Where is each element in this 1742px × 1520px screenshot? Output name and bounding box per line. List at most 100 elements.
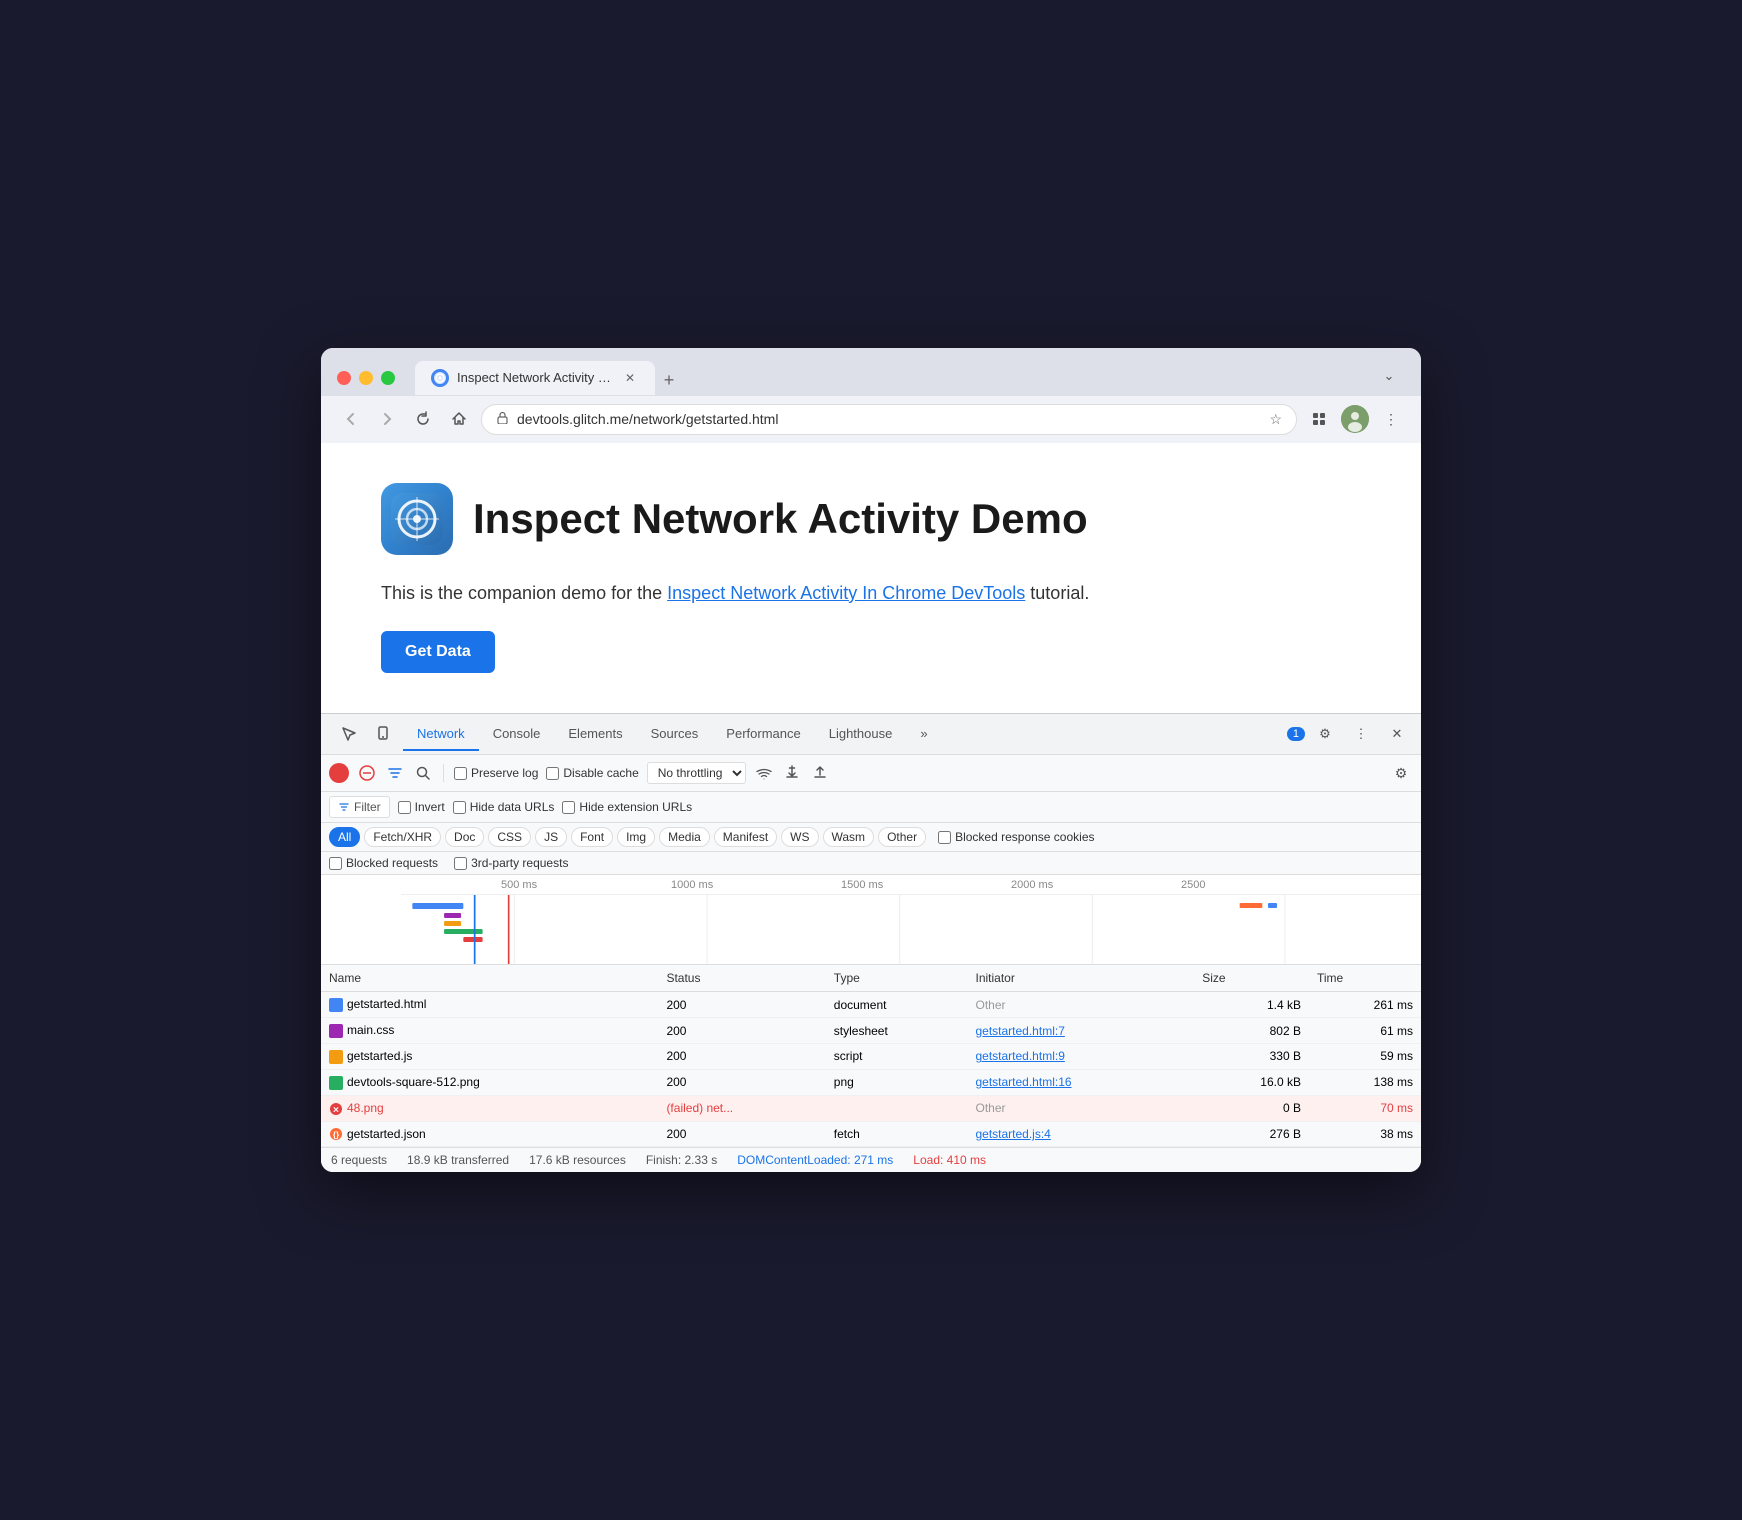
close-button[interactable] [337,371,351,385]
extensions-button[interactable] [1305,405,1333,433]
type-filter-ws[interactable]: WS [781,827,818,847]
tab-network[interactable]: Network [403,718,479,751]
back-button[interactable] [337,405,365,433]
tutorial-link[interactable]: Inspect Network Activity In Chrome DevTo… [667,583,1025,603]
cell-name[interactable]: getstarted.js [321,1044,658,1070]
cell-name[interactable]: devtools-square-512.png [321,1069,658,1095]
table-row[interactable]: getstarted.js200scriptgetstarted.html:93… [321,1044,1421,1070]
devtools-close-button[interactable]: ✕ [1383,720,1411,748]
resources-size: 17.6 kB resources [529,1153,626,1167]
tab-lighthouse[interactable]: Lighthouse [815,718,907,751]
blocked-cookies-input[interactable] [938,831,951,844]
browser-tab[interactable]: Inspect Network Activity Dem ✕ [415,361,655,395]
minimize-button[interactable] [359,371,373,385]
hide-ext-urls-input[interactable] [562,801,575,814]
forward-button[interactable] [373,405,401,433]
nav-actions: ⋮ [1305,405,1405,433]
clear-button[interactable] [357,763,377,783]
get-data-button[interactable]: Get Data [381,631,495,673]
col-initiator[interactable]: Initiator [967,965,1194,992]
type-filter-other[interactable]: Other [878,827,926,847]
wifi-button[interactable] [754,763,774,783]
device-toggle-button[interactable] [369,720,397,748]
page-header: Inspect Network Activity Demo [381,483,1361,555]
table-row[interactable]: getstarted.html200documentOther1.4 kB261… [321,992,1421,1018]
type-filter-img[interactable]: Img [617,827,655,847]
blocked-requests-checkbox[interactable]: Blocked requests [329,856,438,870]
third-party-input[interactable] [454,857,467,870]
type-filter-css[interactable]: CSS [488,827,531,847]
tab-strip-menu[interactable]: ⌄ [1375,362,1403,390]
blocked-requests-input[interactable] [329,857,342,870]
col-name[interactable]: Name [321,965,658,992]
cell-name[interactable]: ✕48.png [321,1095,658,1121]
type-filter-font[interactable]: Font [571,827,613,847]
element-picker-button[interactable] [335,720,363,748]
table-row[interactable]: ✕48.png(failed) net...Other0 B70 ms [321,1095,1421,1121]
blocked-cookies-checkbox[interactable]: Blocked response cookies [938,830,1094,844]
hide-data-urls-checkbox[interactable]: Hide data URLs [453,800,555,814]
chrome-menu-button[interactable]: ⋮ [1377,405,1405,433]
tab-performance[interactable]: Performance [712,718,814,751]
devtools-settings-button[interactable]: ⚙ [1311,720,1339,748]
console-badge: 1 [1287,727,1305,741]
filter-label: Filter [354,800,381,814]
refresh-button[interactable] [409,405,437,433]
export-har-button[interactable] [810,763,830,783]
disable-cache-input[interactable] [546,767,559,780]
table-row[interactable]: devtools-square-512.png200pnggetstarted.… [321,1069,1421,1095]
network-filter-button[interactable] [385,763,405,783]
tab-more[interactable]: » [906,718,941,751]
cell-initiator[interactable]: getstarted.js:4 [967,1121,1194,1147]
cell-name[interactable]: {}getstarted.json [321,1121,658,1147]
tab-console[interactable]: Console [479,718,555,751]
cell-initiator[interactable]: getstarted.html:16 [967,1069,1194,1095]
invert-checkbox[interactable]: Invert [398,800,445,814]
home-button[interactable] [445,405,473,433]
tab-sources[interactable]: Sources [637,718,713,751]
col-status[interactable]: Status [658,965,825,992]
bookmark-button[interactable]: ☆ [1269,411,1282,428]
cell-time: 138 ms [1309,1069,1421,1095]
network-toolbar: Preserve log Disable cache No throttling… [321,755,1421,792]
preserve-log-input[interactable] [454,767,467,780]
type-filter-doc[interactable]: Doc [445,827,484,847]
import-har-button[interactable] [782,763,802,783]
cell-name[interactable]: main.css [321,1018,658,1044]
address-bar[interactable]: devtools.glitch.me/network/getstarted.ht… [481,404,1297,435]
devtools-icons-left [329,714,403,754]
table-row[interactable]: {}getstarted.json200fetchgetstarted.js:4… [321,1121,1421,1147]
hide-ext-urls-checkbox[interactable]: Hide extension URLs [562,800,692,814]
tab-close-button[interactable]: ✕ [621,369,639,387]
devtools-more-button[interactable]: ⋮ [1347,720,1375,748]
type-filter-js[interactable]: JS [535,827,567,847]
preserve-log-checkbox[interactable]: Preserve log [454,766,538,780]
hide-data-urls-input[interactable] [453,801,466,814]
tab-elements[interactable]: Elements [554,718,636,751]
type-filter-manifest[interactable]: Manifest [714,827,777,847]
throttle-select[interactable]: No throttling [647,762,746,784]
maximize-button[interactable] [381,371,395,385]
search-button[interactable] [413,763,433,783]
tab-end-area: ⌄ [1373,360,1405,396]
user-avatar[interactable] [1341,405,1369,433]
table-row[interactable]: main.css200stylesheetgetstarted.html:780… [321,1018,1421,1044]
invert-input[interactable] [398,801,411,814]
type-filter-wasm[interactable]: Wasm [823,827,875,847]
cell-initiator[interactable]: getstarted.html:9 [967,1044,1194,1070]
type-filter-all[interactable]: All [329,827,360,847]
record-button[interactable] [329,763,349,783]
type-filter-fetch-xhr[interactable]: Fetch/XHR [364,827,441,847]
third-party-checkbox[interactable]: 3rd-party requests [454,856,568,870]
col-type[interactable]: Type [826,965,968,992]
col-size[interactable]: Size [1194,965,1309,992]
cell-initiator[interactable]: getstarted.html:7 [967,1018,1194,1044]
disable-cache-checkbox[interactable]: Disable cache [546,766,638,780]
cell-status: 200 [658,1121,825,1147]
filter-input[interactable]: Filter [329,796,390,818]
new-tab-button[interactable]: + [655,367,683,395]
cell-name[interactable]: getstarted.html [321,992,658,1018]
network-settings-button[interactable]: ⚙ [1389,761,1413,785]
col-time[interactable]: Time [1309,965,1421,992]
type-filter-media[interactable]: Media [659,827,710,847]
